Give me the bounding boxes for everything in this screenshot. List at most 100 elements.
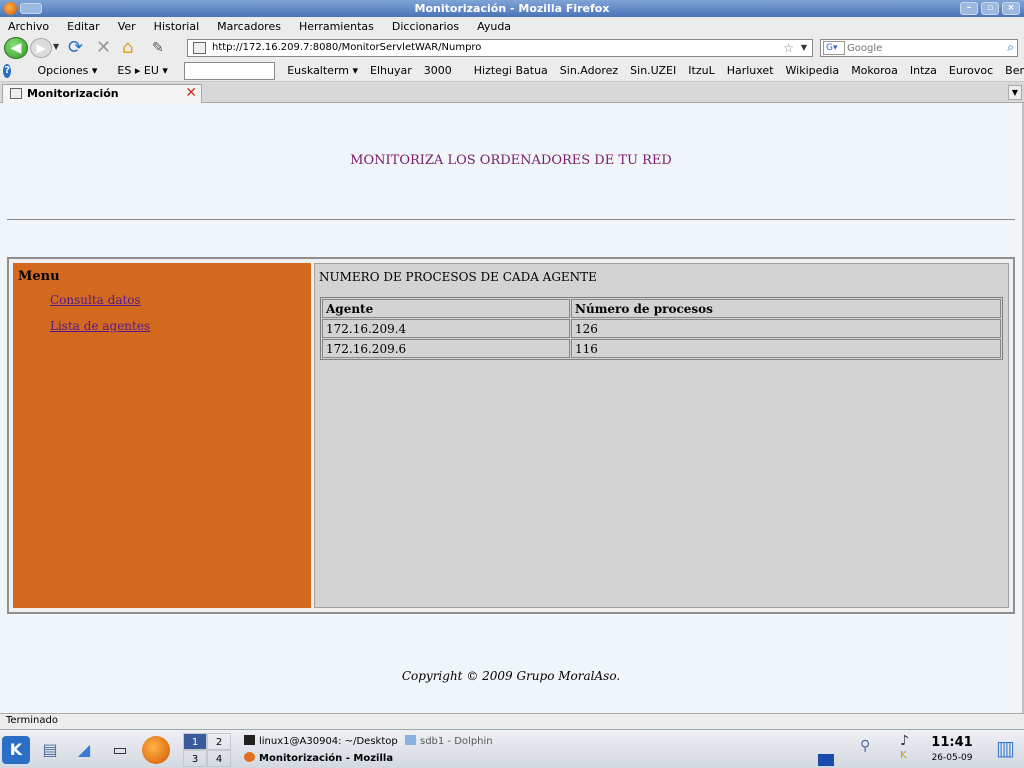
minimize-button[interactable]: –: [960, 2, 978, 15]
search-icon[interactable]: ⌕: [1007, 39, 1014, 55]
volume-icon[interactable]: ♪: [900, 733, 909, 749]
firefox-icon[interactable]: [4, 2, 17, 15]
menu-herramientas[interactable]: Herramientas: [299, 20, 374, 33]
bookmark-intza[interactable]: Intza: [910, 64, 937, 77]
dictionary-input[interactable]: [183, 61, 276, 80]
bookmark-mokoroa[interactable]: Mokoroa: [851, 64, 898, 77]
network-icon[interactable]: [818, 754, 834, 766]
bookmark-euskalterm[interactable]: Euskalterm ▾: [287, 64, 358, 77]
clock-date: 26-05-09: [931, 753, 973, 763]
process-table: Agente Número de procesos 172.16.209.4 1…: [320, 297, 1003, 360]
process-count-cell: 126: [571, 319, 1001, 338]
firefox-launcher-icon[interactable]: [142, 736, 170, 764]
bookmark-harluxet[interactable]: Harluxet: [727, 64, 774, 77]
bookmark-star-icon[interactable]: ☆: [783, 40, 794, 56]
bookmark-wikipedia[interactable]: Wikipedia: [786, 64, 840, 77]
help-icon[interactable]: ?: [3, 63, 12, 78]
desktop-pager: 1 2 3 4: [183, 733, 231, 767]
window-title: Monitorización - Mozilla Firefox: [414, 2, 610, 15]
keyboard-icon[interactable]: K: [900, 750, 907, 761]
clock[interactable]: 11:41 26-05-09: [926, 735, 978, 763]
menu-archivo[interactable]: Archivo: [8, 20, 49, 33]
desktop-1[interactable]: 1: [183, 733, 207, 750]
link-lista-agentes[interactable]: Lista de agentes: [50, 319, 150, 333]
window-titlebar: Monitorización - Mozilla Firefox – ▫ ×: [0, 0, 1024, 17]
menu-title: Menu: [18, 269, 60, 284]
bookmark-sin-adorez[interactable]: Sin.Adorez: [560, 64, 618, 77]
menu-ver[interactable]: Ver: [118, 20, 136, 33]
site-icon: [193, 42, 206, 54]
close-window-button[interactable]: ×: [1002, 2, 1020, 15]
menu-marcadores[interactable]: Marcadores: [217, 20, 281, 33]
task-firefox-label: Monitorización - Mozilla: [259, 753, 394, 764]
task-firefox[interactable]: Monitorización - Mozilla: [244, 750, 404, 767]
menu-editar[interactable]: Editar: [67, 20, 100, 33]
column-header-procesos: Número de procesos: [571, 299, 1001, 318]
desktop-2[interactable]: 2: [207, 733, 231, 750]
menu-pane: Menu Consulta datos Lista de agentes: [13, 263, 311, 608]
bookmark-3000[interactable]: 3000: [424, 64, 452, 77]
bookmark-opciones[interactable]: Opciones ▾: [37, 64, 97, 77]
page-content: MONITORIZA LOS ORDENADORES DE TU RED Men…: [0, 103, 1022, 713]
status-text: Terminado: [6, 715, 58, 726]
bookmark-hiztegi-batua[interactable]: Hiztegi Batua: [474, 64, 548, 77]
history-dropdown-icon[interactable]: ▼: [53, 42, 61, 62]
link-consulta-datos[interactable]: Consulta datos: [50, 293, 141, 307]
file-manager-icon[interactable]: ◢: [70, 736, 98, 764]
maximize-button[interactable]: ▫: [981, 2, 999, 15]
url-bar[interactable]: http://172.16.209.7:8080/MonitorServletW…: [187, 39, 813, 57]
table-row: 172.16.209.6 116: [322, 339, 1001, 358]
url-dropdown-icon[interactable]: ▼: [801, 40, 807, 56]
menu-bar: Archivo Editar Ver Historial Marcadores …: [0, 17, 1024, 36]
tab-monitorizacion[interactable]: Monitorización ✕: [2, 84, 202, 103]
page-title: MONITORIZA LOS ORDENADORES DE TU RED: [350, 153, 672, 168]
main-pane: NUMERO DE PROCESOS DE CADA AGENTE Agente…: [314, 263, 1009, 608]
section-title: NUMERO DE PROCESOS DE CADA AGENTE: [319, 270, 597, 284]
task-terminal[interactable]: linux1@A30904: ~/Desktop: [244, 733, 404, 750]
back-button[interactable]: ◀: [4, 37, 28, 59]
menu-diccionarios[interactable]: Diccionarios: [392, 20, 459, 33]
bookmark-es-eu[interactable]: ES ▸ EU ▾: [117, 64, 167, 77]
bookmark-itzul[interactable]: ItzuL: [688, 64, 714, 77]
copyright-text: Copyright © 2009 Grupo MoralAso.: [401, 669, 621, 683]
status-bar: Terminado: [0, 713, 1024, 729]
table-row: 172.16.209.4 126: [322, 319, 1001, 338]
system-settings-icon[interactable]: ▤: [36, 736, 64, 764]
usb-icon[interactable]: ⚲: [860, 738, 870, 754]
tab-list-dropdown-icon[interactable]: ▼: [1008, 85, 1022, 100]
terminal-icon[interactable]: ▭: [106, 736, 134, 764]
task-dolphin[interactable]: sdb1 - Dolphin: [405, 733, 525, 750]
forward-button[interactable]: ▶: [30, 38, 52, 58]
search-bar[interactable]: G▾ ⌕: [820, 39, 1018, 57]
terminal-task-icon: [244, 735, 255, 745]
search-engine-icon[interactable]: G▾: [823, 41, 845, 55]
bookmark-elhuyar[interactable]: Elhuyar: [370, 64, 412, 77]
search-input[interactable]: [847, 40, 997, 56]
task-terminal-label: linux1@A30904: ~/Desktop: [259, 736, 398, 747]
agent-cell: 172.16.209.6: [322, 339, 570, 358]
menu-historial[interactable]: Historial: [154, 20, 199, 33]
tab-label: Monitorización: [27, 87, 119, 100]
url-text[interactable]: http://172.16.209.7:8080/MonitorServletW…: [212, 42, 481, 53]
taskbar: K ▤ ◢ ▭ 1 2 3 4 linux1@A30904: ~/Desktop…: [0, 729, 1024, 768]
column-header-agente: Agente: [322, 299, 570, 318]
tab-favicon-icon: [10, 88, 22, 99]
trash-icon[interactable]: ▥: [996, 736, 1015, 760]
desktop-3[interactable]: 3: [183, 750, 207, 767]
window-menu-button[interactable]: [20, 3, 42, 14]
reload-icon[interactable]: ⟳: [68, 38, 88, 58]
bookmark-ber[interactable]: Ber: [1005, 64, 1024, 77]
firefox-task-icon: [244, 752, 255, 762]
content-frame: Menu Consulta datos Lista de agentes NUM…: [7, 257, 1015, 614]
menu-ayuda[interactable]: Ayuda: [477, 20, 511, 33]
close-tab-icon[interactable]: ✕: [185, 85, 197, 102]
kde-menu-icon[interactable]: K: [2, 736, 30, 764]
bookmark-sin-uzei[interactable]: Sin.UZEI: [630, 64, 676, 77]
divider: [7, 219, 1015, 220]
process-count-cell: 116: [571, 339, 1001, 358]
home-icon[interactable]: ⌂: [122, 38, 144, 58]
desktop-4[interactable]: 4: [207, 750, 231, 767]
stop-icon[interactable]: ✕: [96, 38, 116, 58]
tools-icon[interactable]: ✎: [152, 38, 168, 58]
bookmark-eurovoc[interactable]: Eurovoc: [949, 64, 993, 77]
